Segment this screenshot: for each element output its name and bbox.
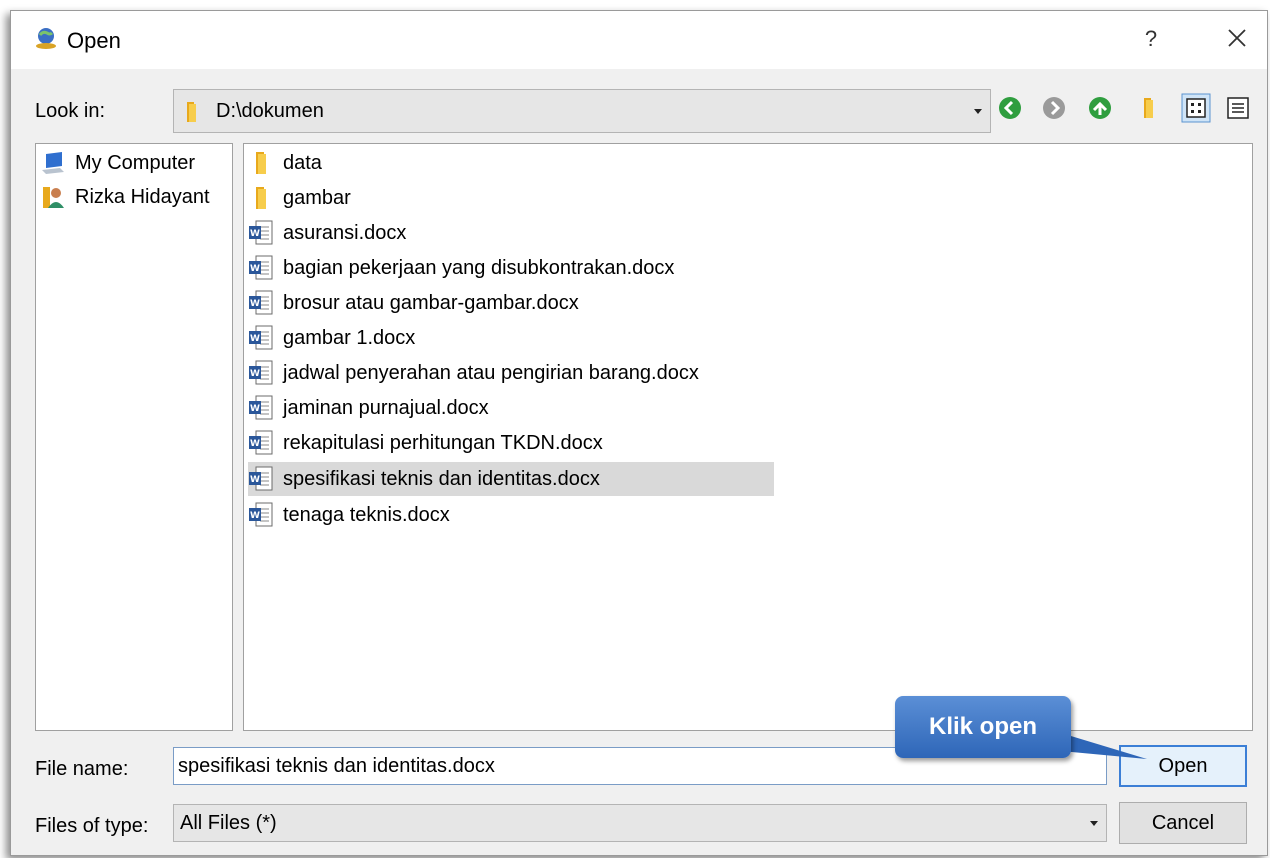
look-in-label: Look in:	[35, 100, 106, 122]
word-document-icon: W	[249, 290, 273, 315]
place-item-user[interactable]: Rizka Hidayant	[40, 180, 210, 214]
place-label: Rizka Hidayant	[75, 185, 210, 208]
list-view-icon[interactable]	[1181, 93, 1211, 123]
callout-pointer	[1061, 733, 1147, 759]
list-item[interactable]: W brosur atau gambar-gambar.docx	[248, 286, 774, 320]
list-item[interactable]: W jadwal penyerahan atau pengirian baran…	[248, 356, 774, 390]
list-item[interactable]: W gambar 1.docx	[248, 321, 774, 355]
file-name: jadwal penyerahan atau pengirian barang.…	[283, 361, 699, 384]
new-folder-icon[interactable]	[1137, 95, 1163, 121]
chevron-down-icon[interactable]	[1090, 821, 1098, 826]
file-name: gambar	[283, 186, 351, 209]
svg-text:W: W	[250, 299, 260, 309]
word-document-icon: W	[249, 220, 273, 245]
svg-text:W: W	[250, 229, 260, 239]
svg-text:W: W	[250, 264, 260, 274]
file-name: tenaga teknis.docx	[283, 503, 450, 526]
place-label: My Computer	[75, 151, 196, 174]
dialog-title: Open	[67, 28, 121, 53]
list-item-selected[interactable]: W spesifikasi teknis dan identitas.docx	[248, 462, 774, 496]
forward-icon[interactable]	[1041, 95, 1067, 121]
cancel-button[interactable]: Cancel	[1119, 802, 1247, 844]
list-item[interactable]: data	[248, 146, 774, 180]
word-document-icon: W	[249, 502, 273, 527]
folder-icon	[187, 102, 196, 122]
chevron-down-icon[interactable]	[974, 109, 982, 114]
folder-icon	[256, 187, 266, 209]
app-globe-icon	[36, 28, 56, 49]
list-item[interactable]: W asuransi.docx	[248, 216, 774, 250]
file-name: data	[283, 151, 322, 174]
svg-text:W: W	[250, 404, 260, 414]
help-button[interactable]: ?	[1131, 21, 1171, 57]
look-in-path: D:\dokumen	[216, 100, 324, 122]
svg-text:W: W	[250, 439, 260, 449]
word-document-icon: W	[249, 255, 273, 280]
word-document-icon: W	[249, 395, 273, 420]
annotation-callout: Klik open	[895, 696, 1071, 758]
svg-text:W: W	[250, 511, 260, 521]
up-icon[interactable]	[1087, 95, 1113, 121]
file-name: spesifikasi teknis dan identitas.docx	[283, 467, 600, 490]
file-name: jaminan purnajual.docx	[283, 396, 489, 419]
details-view-icon[interactable]	[1225, 95, 1251, 121]
list-item[interactable]: W jaminan purnajual.docx	[248, 391, 774, 425]
svg-text:W: W	[250, 334, 260, 344]
list-item[interactable]: gambar	[248, 181, 774, 215]
file-name: bagian pekerjaan yang disubkontrakan.doc…	[283, 256, 675, 279]
back-icon[interactable]	[997, 95, 1023, 121]
file-name-label: File name:	[35, 758, 129, 780]
svg-text:W: W	[250, 475, 260, 485]
close-icon[interactable]	[1217, 21, 1257, 57]
file-type-combobox[interactable]: All Files (*)	[173, 804, 1107, 842]
title-bar: Open ?	[11, 11, 1267, 69]
list-item[interactable]: W tenaga teknis.docx	[248, 498, 774, 532]
files-of-type-label: Files of type:	[35, 815, 149, 837]
open-dialog: Open ? Look in: D:\dokumen My Computer R…	[10, 10, 1268, 856]
word-document-icon: W	[249, 430, 273, 455]
look-in-combobox[interactable]: D:\dokumen	[173, 89, 991, 133]
file-name: rekapitulasi perhitungan TKDN.docx	[283, 431, 603, 454]
word-document-icon: W	[249, 325, 273, 350]
word-document-icon: W	[249, 466, 273, 491]
file-name: asuransi.docx	[283, 221, 407, 244]
place-item-my-computer[interactable]: My Computer	[40, 146, 195, 180]
svg-text:W: W	[250, 369, 260, 379]
file-name: gambar 1.docx	[283, 326, 416, 349]
file-type-value: All Files (*)	[180, 812, 277, 834]
user-folder-icon	[43, 187, 64, 208]
computer-icon	[42, 152, 64, 174]
list-item[interactable]: W bagian pekerjaan yang disubkontrakan.d…	[248, 251, 774, 285]
file-list-pane: data gambar W asuransi.docx W bagian pek…	[243, 143, 1253, 731]
file-name: brosur atau gambar-gambar.docx	[283, 291, 579, 314]
places-pane: My Computer Rizka Hidayant	[35, 143, 233, 731]
folder-icon	[256, 152, 266, 174]
list-item[interactable]: W rekapitulasi perhitungan TKDN.docx	[248, 426, 774, 460]
word-document-icon: W	[249, 360, 273, 385]
